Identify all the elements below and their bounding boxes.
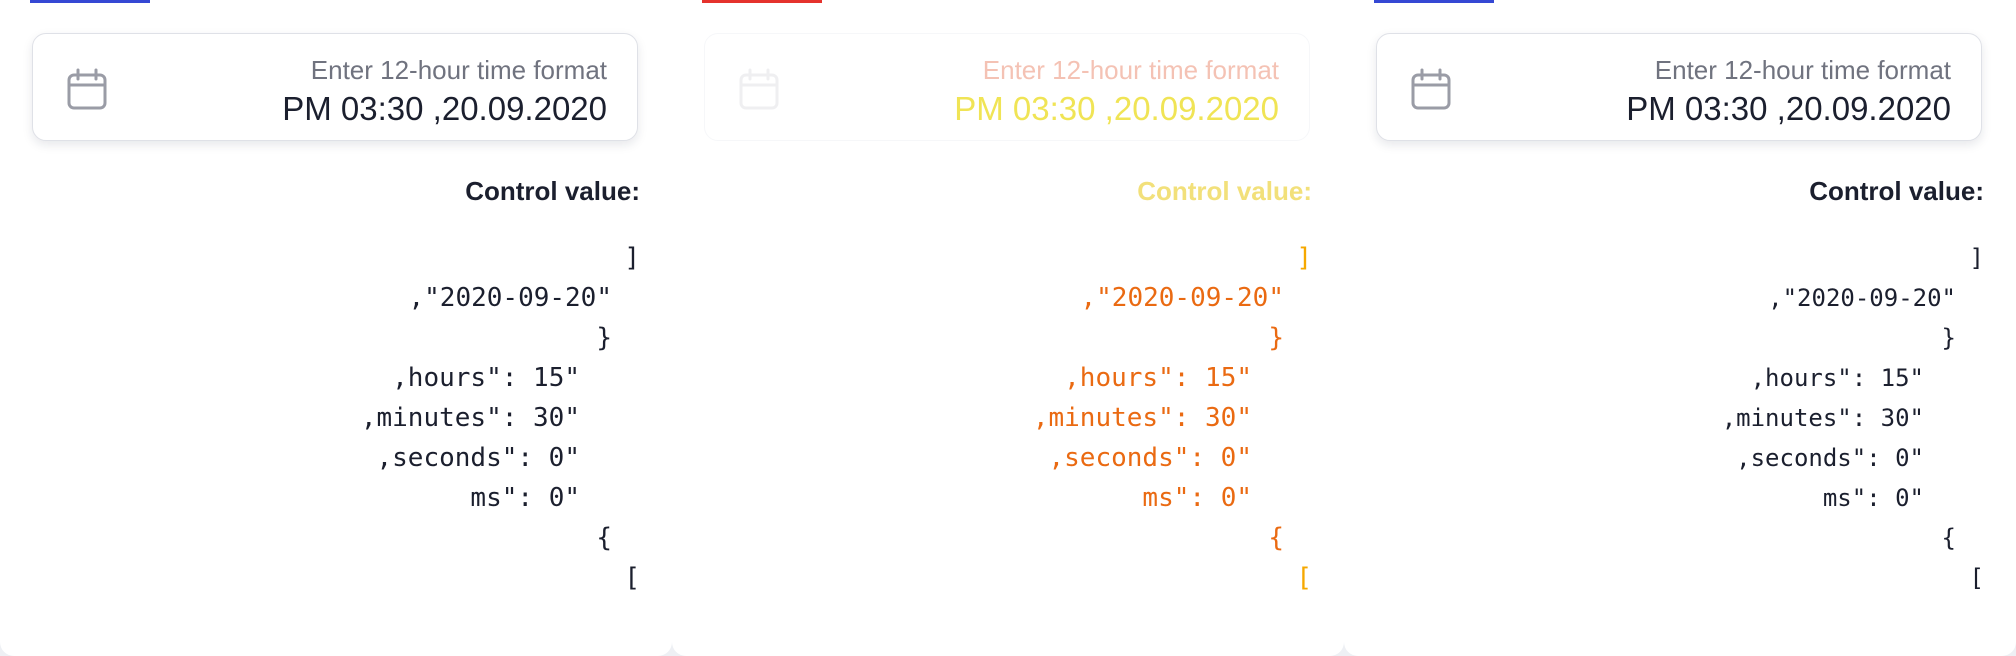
code-line: [ [1969,564,1984,592]
code-line: ,minutes": 30" [1032,403,1252,433]
control-value-code: ] ,"2020-09-20"} ,hours": 15" ,minutes": 30… [1384,238,1984,598]
control-value-heading: :Control value [465,176,640,206]
datepicker-demo-panel: Enter 12-hour time format PM 03:30 ,20.0… [672,0,1344,656]
code-line: ] [624,243,640,273]
code-line: [ [1296,563,1312,593]
code-line: ms": 0" [1822,484,1924,512]
control-value-heading: :Control value [1137,176,1312,206]
calendar-icon[interactable] [737,68,781,112]
code-line: ,hours": 15" [392,363,580,393]
code-line: ,hours": 15" [1064,363,1252,393]
control-value-code: ] ,"2020-09-20"} ,hours": 15" ,minutes": 30… [40,238,640,598]
code-line: } [596,323,612,353]
code-line: ,seconds": 0" [1048,443,1253,473]
datetime-input-field[interactable]: Enter 12-hour time format PM 03:30 ,20.0… [32,33,638,141]
field-label: Enter 12-hour time format [310,55,607,85]
code-line: ,hours": 15" [1750,364,1924,392]
code-line: { [596,523,612,553]
code-line: ] [1296,243,1312,273]
code-line: ,minutes": 30" [360,403,580,433]
datetime-input-field[interactable]: Enter 12-hour time format PM 03:30 ,20.0… [704,33,1310,141]
code-line: } [1941,324,1956,352]
calendar-icon[interactable] [65,68,109,112]
field-label: Enter 12-hour time format [1654,55,1951,85]
code-line: } [1268,323,1284,353]
code-line: ,"2020-09-20" [1080,283,1285,313]
code-line: ,minutes": 30" [1721,404,1924,432]
calendar-icon[interactable] [1409,68,1453,112]
code-line: [ [624,563,640,593]
code-line: ,seconds": 0" [1736,444,1924,472]
tab-indicator [1374,0,1494,3]
tab-indicator [30,0,150,3]
code-line: ms": 0" [1142,483,1252,513]
demo-stage: Enter 12-hour time format PM 03:30 ,20.0… [0,0,2016,656]
field-value[interactable]: PM 03:30 ,20.09.2020 [954,90,1279,128]
datetime-input-field[interactable]: Enter 12-hour time format PM 03:30 ,20.0… [1376,33,1982,141]
code-line: { [1941,524,1956,552]
field-value[interactable]: PM 03:30 ,20.09.2020 [282,90,607,128]
code-line: ] [1969,244,1984,272]
field-label: Enter 12-hour time format [982,55,1279,85]
datepicker-demo-panel: Enter 12-hour time format PM 03:30 ,20.0… [1344,0,2016,656]
control-value-heading: :Control value [1809,176,1984,206]
code-line: { [1268,523,1284,553]
code-line: ms": 0" [470,483,580,513]
code-line: ,"2020-09-20" [408,283,613,313]
code-line: ,"2020-09-20" [1768,284,1956,312]
field-value[interactable]: PM 03:30 ,20.09.2020 [1626,90,1951,128]
tab-indicator [702,0,822,3]
code-line: ,seconds": 0" [376,443,581,473]
datepicker-demo-panel: Enter 12-hour time format PM 03:30 ,20.0… [0,0,672,656]
control-value-code: ] ,"2020-09-20"} ,hours": 15" ,minutes": 30… [712,238,1312,598]
